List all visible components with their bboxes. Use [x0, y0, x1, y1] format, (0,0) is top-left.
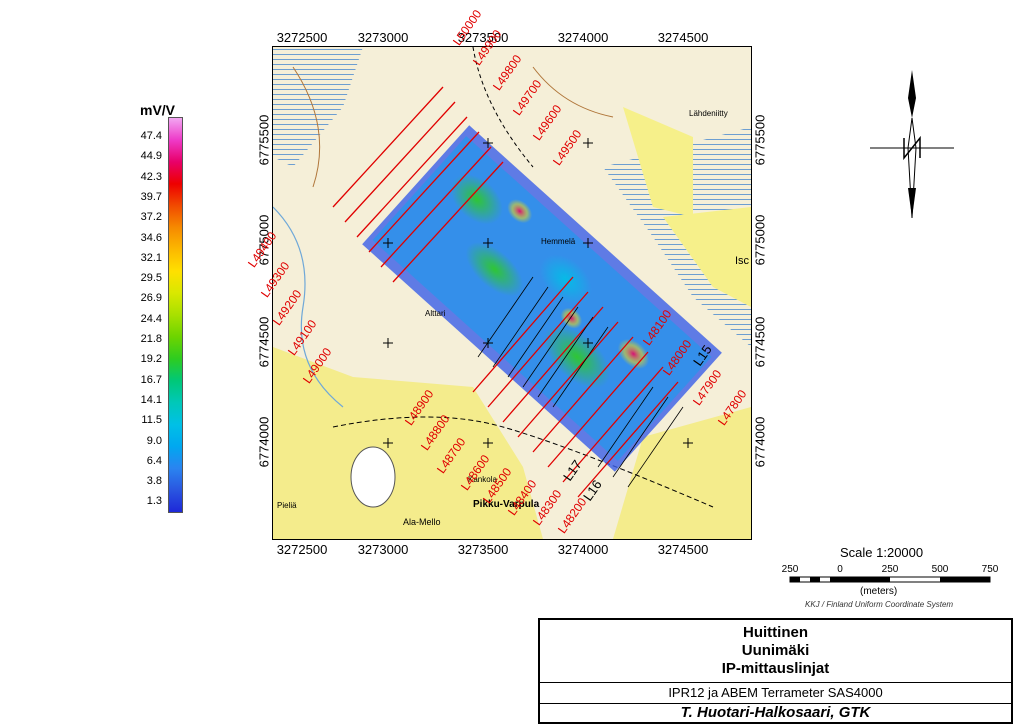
legend-value: 44.9	[140, 150, 162, 163]
scale-title: Scale 1:20000	[840, 545, 924, 560]
title-line-3: IP-mittauslinjat	[721, 660, 830, 677]
tick-top-label: 3273000	[357, 30, 409, 45]
title-line-2: Uunimäki	[741, 642, 810, 659]
legend-value: 9.0	[146, 434, 162, 447]
scale-units: (meters)	[860, 586, 898, 597]
legend-value: 32.1	[140, 251, 162, 264]
legend-value: 39.7	[140, 190, 162, 203]
tick-bottom-label: 3274000	[557, 542, 609, 557]
tick-top-label: 3274000	[557, 30, 609, 45]
legend-value: 24.4	[140, 312, 162, 325]
place-label: Hemmelä	[541, 237, 576, 246]
scale-tick-label: 500	[931, 564, 949, 575]
scale-tick-label: 0	[837, 564, 843, 575]
place-label: Lähdeniitty	[689, 109, 728, 118]
legend-value: 1.3	[146, 495, 162, 508]
scale-tick-label: 250	[781, 564, 799, 575]
legend-value: 34.6	[140, 231, 162, 244]
north-arrow-icon	[870, 70, 954, 219]
title-author: T. Huotari-Halkosaari, GTK	[680, 704, 871, 721]
scale-tick-label: 250	[881, 564, 899, 575]
legend-value: 11.5	[141, 414, 162, 427]
legend-value: 14.1	[140, 393, 162, 406]
title-subtitle: IPR12 ja ABEM Terrameter SAS4000	[540, 682, 1011, 704]
legend-value: 3.8	[146, 475, 162, 488]
legend-value: 42.3	[140, 170, 162, 183]
legend-value: 19.2	[140, 353, 162, 366]
tick-bottom-label: 3272500	[276, 542, 328, 557]
title-block: Huittinen Uunimäki IP-mittauslinjat IPR1…	[538, 618, 1013, 724]
pond	[350, 446, 396, 508]
place-label: Ala-Mello	[403, 517, 441, 527]
legend-value: 26.9	[140, 292, 162, 305]
tick-left-label: 6775500	[256, 114, 272, 166]
legend-colour-bar	[168, 117, 183, 513]
place-label: Isc	[735, 255, 750, 267]
coordinate-system: KKJ / Finland Uniform Coordinate System	[805, 600, 954, 609]
title-line-1: Huittinen	[743, 624, 808, 641]
legend-unit: mV/V	[140, 102, 176, 118]
tick-left-label: 6774500	[256, 316, 272, 368]
tick-bottom-label: 3273000	[357, 542, 409, 557]
legend-value: 37.2	[140, 211, 162, 224]
tick-right-label: 6775500	[752, 114, 768, 166]
tick-top-label: 3274500	[657, 30, 709, 45]
legend-value: 16.7	[140, 373, 162, 386]
scale-bar-graphic	[789, 576, 991, 583]
map-frame[interactable]: Pikku-Varpula Ala-Mello Pieliä Kankola L…	[272, 46, 752, 540]
place-label: Alttari	[425, 309, 446, 318]
tick-right-label: 6774500	[752, 316, 768, 368]
tick-bottom-label: 3273500	[457, 542, 509, 557]
legend-value: 6.4	[146, 454, 162, 467]
place-label: Pieliä	[277, 501, 297, 510]
tick-right-label: 6775000	[752, 214, 768, 266]
scale-tick-label: 750	[981, 564, 999, 575]
map-canvas	[273, 47, 751, 539]
legend-value: 47.4	[140, 130, 162, 142]
tick-left-label: 6774000	[256, 416, 272, 468]
tick-bottom-label: 3274500	[657, 542, 709, 557]
tick-right-label: 6774000	[752, 416, 768, 468]
legend-value: 21.8	[140, 333, 162, 345]
legend-value: 29.5	[140, 272, 162, 285]
tick-top-label: 3272500	[276, 30, 328, 45]
